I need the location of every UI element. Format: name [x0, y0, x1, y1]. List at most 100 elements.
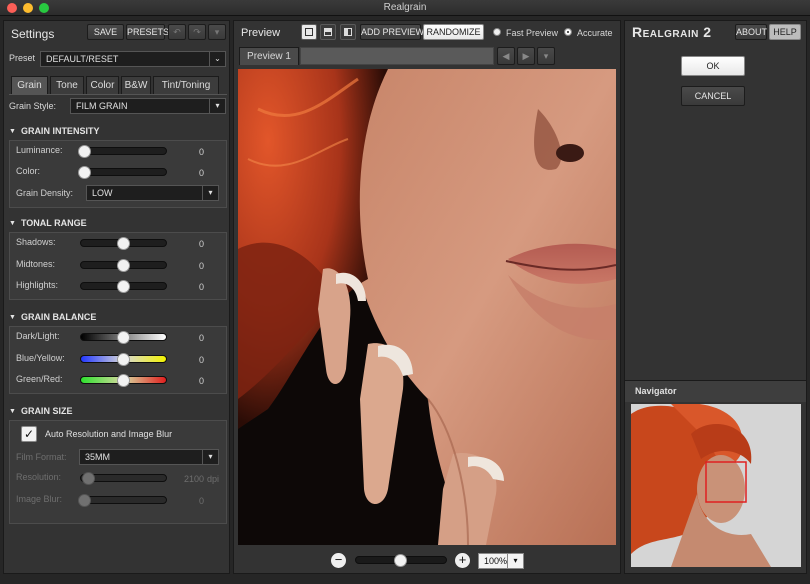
single-view-button[interactable]: [301, 24, 317, 40]
split-vertical-button[interactable]: [340, 24, 356, 40]
grain-style-select[interactable]: FILM GRAIN ▾: [70, 98, 226, 114]
cancel-button[interactable]: CANCEL: [681, 86, 745, 106]
preset-value: DEFAULT/RESET: [46, 54, 119, 64]
image-blur-slider[interactable]: [80, 496, 167, 504]
tab-tint-toning[interactable]: Tint/Toning: [153, 76, 219, 94]
luminance-slider[interactable]: [80, 147, 167, 155]
grain-size-header[interactable]: ▼ GRAIN SIZE: [9, 406, 72, 416]
tab-bw[interactable]: B&W: [121, 76, 151, 94]
split-horizontal-icon: [324, 28, 332, 36]
prev-tab-button[interactable]: ◀: [497, 47, 515, 65]
midtones-slider-knob[interactable]: [117, 259, 130, 272]
blue-yellow-slider-knob[interactable]: [117, 353, 130, 366]
green-red-label: Green/Red:: [16, 374, 63, 384]
midtones-label: Midtones:: [16, 259, 56, 269]
next-tab-button[interactable]: ▶: [517, 47, 535, 65]
grain-balance-header[interactable]: ▼ GRAIN BALANCE: [9, 312, 96, 322]
grain-intensity-title: GRAIN INTENSITY: [20, 126, 100, 136]
undo-button[interactable]: ↶: [168, 24, 186, 40]
chevron-down-icon: ▾: [209, 99, 225, 113]
window-title: Realgrain: [383, 2, 427, 13]
film-format-value: 35MM: [85, 452, 111, 462]
tab-tone[interactable]: Tone: [50, 76, 84, 94]
tab-color[interactable]: Color: [86, 76, 119, 94]
chevron-down-icon: ⌄: [209, 52, 225, 66]
midtones-value: 0: [198, 261, 204, 271]
chevron-down-icon: ▾: [202, 450, 218, 464]
grain-style-label: Grain Style:: [9, 101, 57, 111]
shadows-slider-knob[interactable]: [117, 237, 130, 250]
color-slider-knob[interactable]: [78, 166, 91, 179]
grain-density-label: Grain Density:: [16, 188, 74, 198]
resolution-label: Resolution:: [16, 472, 62, 482]
zoom-slider-knob[interactable]: [394, 554, 407, 567]
zoom-in-button[interactable]: +: [455, 553, 470, 568]
help-button[interactable]: HELP: [769, 24, 801, 40]
save-button[interactable]: SAVE: [87, 24, 124, 40]
chevron-down-icon: ▾: [507, 554, 523, 568]
auto-resolution-checkbox[interactable]: ✓: [21, 426, 37, 442]
checkmark-icon: ✓: [23, 427, 35, 441]
resolution-slider-knob[interactable]: [82, 472, 95, 485]
preview-tab-1[interactable]: Preview 1: [239, 47, 299, 65]
navigator-thumbnail[interactable]: [631, 404, 801, 567]
disclosure-triangle-icon: ▼: [9, 314, 16, 321]
title-bar: Realgrain: [0, 0, 810, 16]
minimize-window-icon[interactable]: [23, 3, 33, 13]
redo-button[interactable]: ↷: [188, 24, 206, 40]
color-value: 0: [198, 168, 204, 178]
auto-resolution-label: Auto Resolution and Image Blur: [45, 429, 173, 439]
ok-button[interactable]: OK: [681, 56, 745, 76]
resolution-unit: dpi: [207, 474, 220, 484]
highlights-value: 0: [198, 282, 204, 292]
grain-intensity-header[interactable]: ▼ GRAIN INTENSITY: [9, 126, 99, 136]
grain-style-value: FILM GRAIN: [76, 101, 128, 111]
zoom-select[interactable]: 100% ▾: [478, 553, 524, 569]
tonal-range-header[interactable]: ▼ TONAL RANGE: [9, 218, 87, 228]
about-button[interactable]: ABOUT: [735, 24, 767, 40]
add-preview-button[interactable]: ADD PREVIEW: [360, 24, 424, 40]
settings-title: Settings: [11, 27, 55, 41]
presets-button[interactable]: PRESETS: [126, 24, 169, 40]
accurate-radio[interactable]: [564, 28, 572, 36]
grain-density-value: LOW: [92, 188, 113, 198]
fast-preview-radio[interactable]: [493, 28, 501, 36]
luminance-slider-knob[interactable]: [78, 145, 91, 158]
accurate-label: Accurate: [577, 28, 613, 38]
split-vertical-icon: [344, 28, 352, 36]
minus-icon: −: [334, 552, 343, 567]
app-window: Realgrain Settings SAVE PRESETS ↶ ↷ ▾ Pr…: [0, 0, 810, 584]
randomize-button[interactable]: RANDOMIZE: [423, 24, 484, 40]
chevron-right-icon: ▶: [522, 51, 530, 61]
close-window-icon[interactable]: [7, 3, 17, 13]
split-horizontal-button[interactable]: [320, 24, 336, 40]
dark-light-slider-knob[interactable]: [117, 331, 130, 344]
grain-density-select[interactable]: LOW ▾: [86, 185, 219, 201]
film-format-label: Film Format:: [16, 452, 67, 462]
color-label: Color:: [16, 166, 41, 176]
green-red-value: 0: [198, 376, 204, 386]
tab-grain[interactable]: Grain: [11, 76, 48, 94]
color-slider[interactable]: [80, 168, 167, 176]
app-logo: Realgrain 2: [632, 24, 712, 40]
preset-select[interactable]: DEFAULT/RESET ⌄: [40, 51, 226, 67]
image-blur-slider-knob[interactable]: [78, 494, 91, 507]
zoom-out-button[interactable]: −: [331, 553, 346, 568]
image-blur-value: 0: [198, 496, 204, 506]
grain-balance-title: GRAIN BALANCE: [20, 312, 97, 322]
shadows-value: 0: [198, 239, 204, 249]
blue-yellow-value: 0: [198, 355, 204, 365]
tab-menu-button[interactable]: ▾: [537, 47, 555, 65]
portrait-photo: [238, 69, 616, 545]
single-view-icon: [305, 28, 313, 36]
logo-text: Realgrain: [632, 24, 699, 40]
disclosure-triangle-icon: ▼: [9, 128, 16, 135]
highlights-slider-knob[interactable]: [117, 280, 130, 293]
tab-divider: [9, 94, 227, 95]
film-format-select[interactable]: 35MM ▾: [79, 449, 219, 465]
image-blur-label: Image Blur:: [16, 494, 63, 504]
history-dropdown-button[interactable]: ▾: [208, 24, 226, 40]
preview-image[interactable]: [238, 69, 616, 545]
zoom-window-icon[interactable]: [39, 3, 49, 13]
green-red-slider-knob[interactable]: [117, 374, 130, 387]
